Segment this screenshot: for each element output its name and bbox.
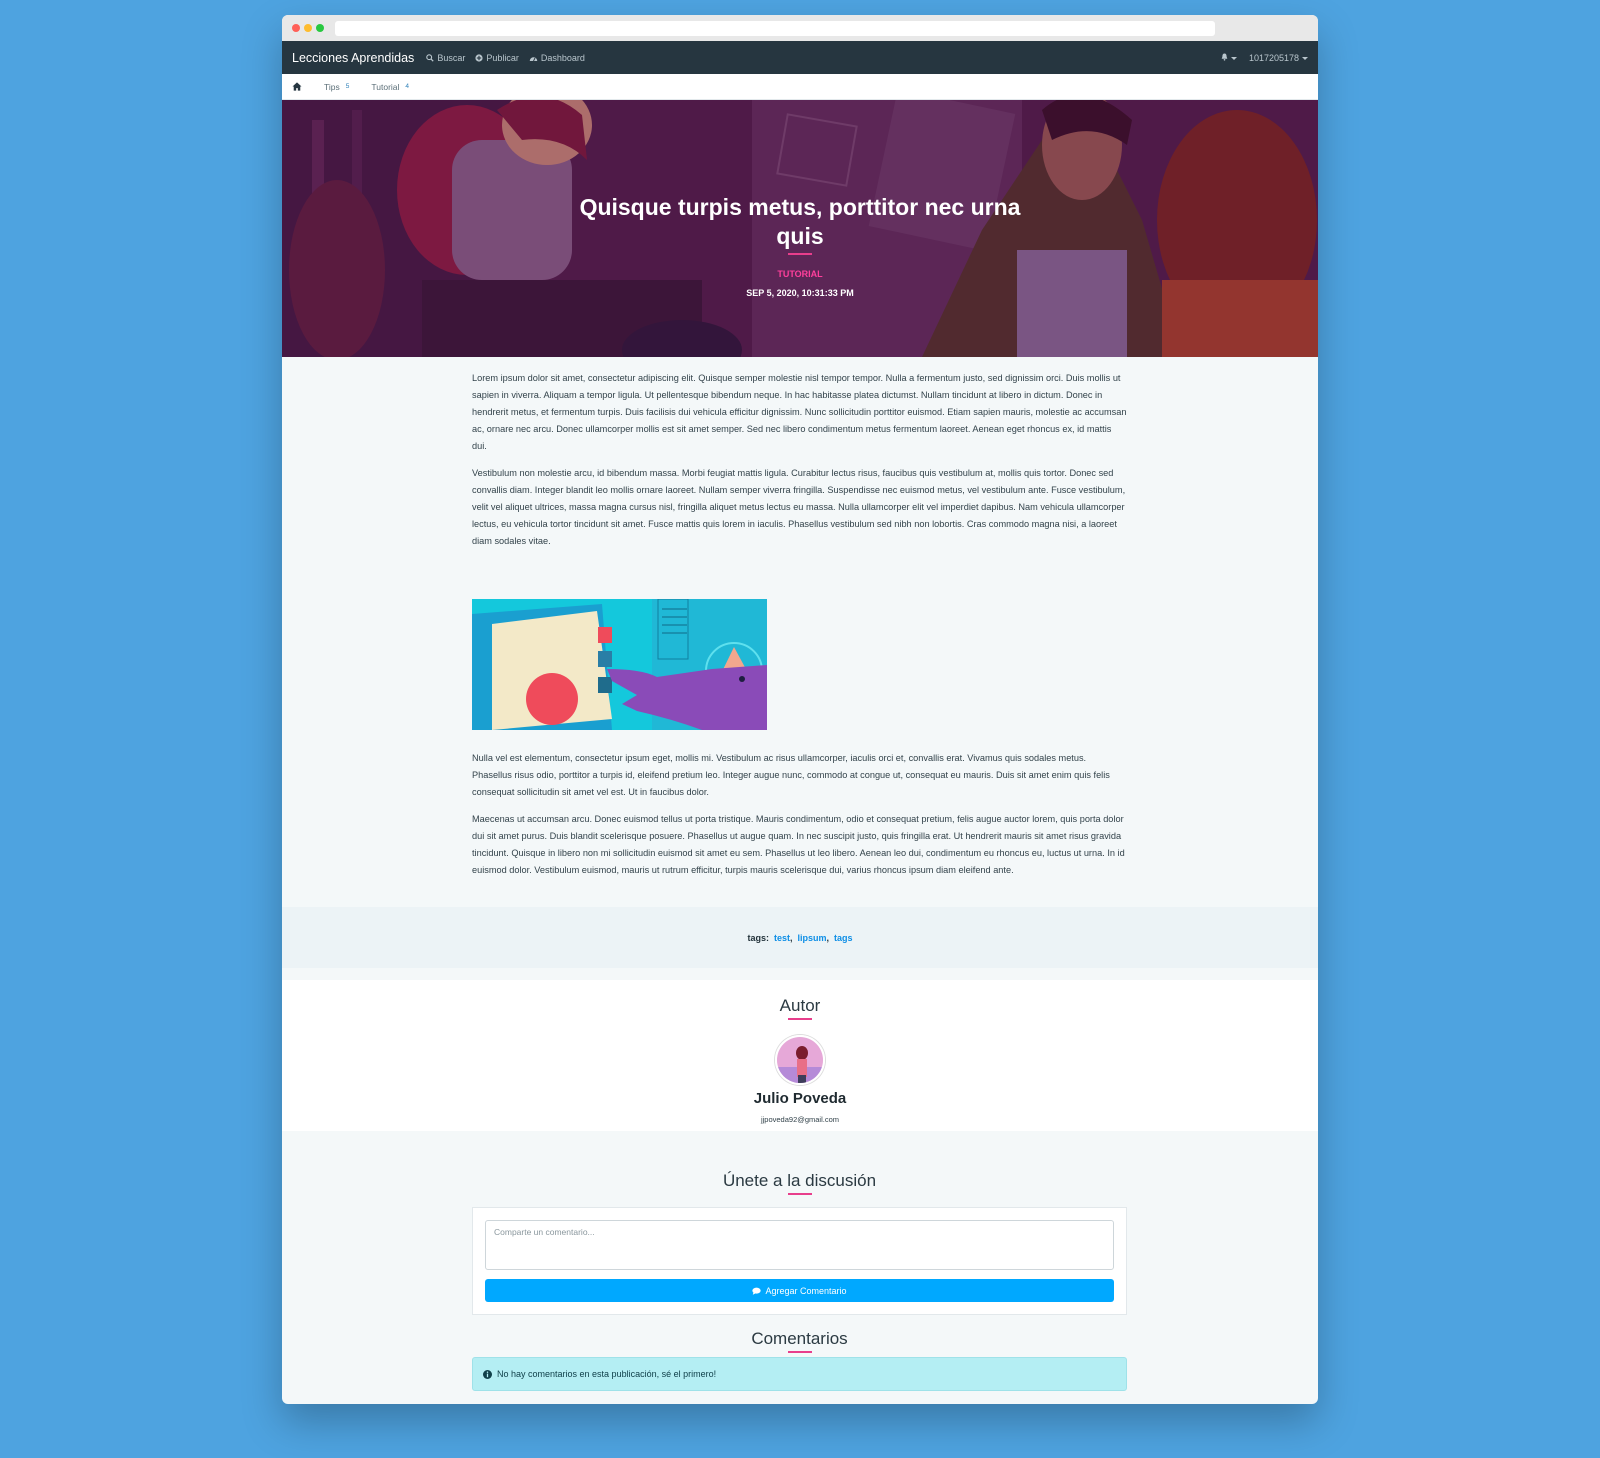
- heading-underline: [788, 1018, 812, 1020]
- author-section: Autor Julio Poveda jjpoveda92@gmail.com: [282, 980, 1318, 1131]
- notifications-dropdown[interactable]: [1221, 53, 1237, 63]
- home-icon: [292, 82, 302, 91]
- dashboard-icon: [529, 56, 538, 61]
- subnav-item-tips[interactable]: Tips 5: [324, 82, 349, 92]
- navbar-right: 1017205178: [1221, 53, 1308, 63]
- heading-underline: [787, 1351, 812, 1353]
- author-name: Julio Poveda: [753, 1090, 847, 1107]
- browser-chrome: [282, 15, 1318, 41]
- home-link[interactable]: [292, 82, 302, 91]
- comment-icon: [752, 1287, 762, 1295]
- minimize-window-button[interactable]: [304, 24, 312, 32]
- discussion-section: Únete a la discusión Comparte un comenta…: [472, 1171, 1127, 1353]
- top-navbar: Lecciones Aprendidas Buscar Publicar Das…: [282, 41, 1318, 74]
- subnav-item-label: Tutorial: [371, 81, 400, 92]
- nav-link-publicar[interactable]: Publicar: [475, 53, 519, 63]
- chevron-down-icon: [1230, 56, 1237, 60]
- tag-link[interactable]: test: [774, 933, 790, 943]
- count-badge: 4: [405, 83, 410, 90]
- post-body-top: Lorem ipsum dolor sit amet, consectetur …: [472, 370, 1127, 560]
- author-heading: Autor: [779, 996, 821, 1015]
- info-circle-icon: [483, 1369, 492, 1379]
- nav-link-buscar[interactable]: Buscar: [426, 53, 465, 63]
- browser-window: Lecciones Aprendidas Buscar Publicar Das…: [282, 15, 1318, 1404]
- nav-link-label: Publicar: [486, 52, 519, 63]
- add-comment-label: Agregar Comentario: [765, 1285, 847, 1296]
- discussion-heading: Únete a la discusión: [722, 1171, 877, 1190]
- maximize-window-button[interactable]: [316, 24, 324, 32]
- nav-link-label: Buscar: [437, 52, 466, 63]
- post-paragraph: Maecenas ut accumsan arcu. Donec euismod…: [472, 814, 1125, 875]
- bell-icon: [1221, 53, 1228, 61]
- post-category[interactable]: TUTORIAL: [282, 269, 1318, 279]
- user-dropdown[interactable]: 1017205178: [1249, 53, 1308, 63]
- search-icon: [426, 53, 434, 62]
- brand-link[interactable]: Lecciones Aprendidas: [292, 51, 414, 65]
- chevron-down-icon: [1302, 56, 1308, 60]
- plus-circle-icon: [475, 53, 483, 62]
- address-bar[interactable]: [335, 21, 1215, 36]
- no-comments-message: No hay comentarios en esta publicación, …: [497, 1369, 717, 1379]
- tag-link[interactable]: tags: [834, 933, 853, 943]
- comments-heading: Comentarios: [751, 1329, 848, 1348]
- post-paragraph: Nulla vel est elementum, consectetur ips…: [472, 753, 1110, 797]
- post-title: Quisque turpis metus, porttitor nec urna…: [579, 194, 1021, 249]
- category-subnav: Tips 5 Tutorial 4: [282, 74, 1318, 100]
- comment-form: Comparte un comentario... Agregar Coment…: [472, 1207, 1127, 1315]
- user-id: 1017205178: [1248, 52, 1299, 63]
- add-comment-button[interactable]: Agregar Comentario: [485, 1279, 1114, 1302]
- post-paragraph: Lorem ipsum dolor sit amet, consectetur …: [472, 373, 1127, 451]
- comment-textarea[interactable]: Comparte un comentario...: [485, 1220, 1114, 1270]
- subnav-item-tutorial[interactable]: Tutorial 4: [371, 82, 409, 92]
- nav-link-dashboard[interactable]: Dashboard: [529, 53, 585, 63]
- nav-link-label: Dashboard: [540, 52, 585, 63]
- tags-label: tags:: [747, 932, 769, 943]
- author-email: jjpoveda92@gmail.com: [760, 1115, 840, 1124]
- subnav-item-label: Tips: [324, 81, 340, 92]
- close-window-button[interactable]: [292, 24, 300, 32]
- post-paragraph: Vestibulum non molestie arcu, id bibendu…: [472, 468, 1126, 546]
- post-date: SEP 5, 2020, 10:31:33 PM: [746, 288, 854, 298]
- title-underline: [788, 253, 812, 255]
- heading-underline: [787, 1193, 812, 1195]
- no-comments-alert: No hay comentarios en esta publicación, …: [472, 1357, 1127, 1391]
- tag-link[interactable]: lipsum: [798, 933, 827, 943]
- post-image: [472, 599, 767, 730]
- post-body-bottom: Nulla vel est elementum, consectetur ips…: [472, 750, 1127, 889]
- post-hero-banner: Quisque turpis metus, porttitor nec urna…: [282, 100, 1318, 357]
- count-badge: 5: [345, 83, 350, 90]
- tags-section: tags: test, lipsum, tags: [282, 907, 1318, 968]
- avatar[interactable]: [775, 1035, 825, 1085]
